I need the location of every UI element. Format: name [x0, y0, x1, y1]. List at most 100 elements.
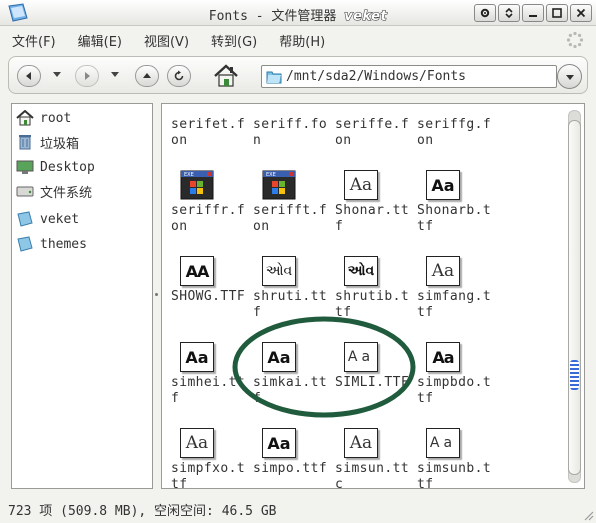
- scrollbar-thumb[interactable]: [568, 120, 581, 475]
- window-maximize-button[interactable]: [546, 4, 568, 22]
- home-icon: [16, 110, 34, 126]
- sidebar-item-trash[interactable]: 垃圾箱: [16, 132, 79, 152]
- file-item[interactable]: AA SHOWG.TTF: [162, 241, 245, 325]
- file-item[interactable]: Aa simhei.ttf: [162, 327, 245, 411]
- forward-history-dropdown[interactable]: [111, 72, 119, 77]
- window-title-brand: veket: [344, 9, 388, 25]
- file-item[interactable]: EXE serifft.fon: [244, 155, 327, 239]
- file-item[interactable]: seriffg.fon: [408, 104, 491, 153]
- resize-grip-icon[interactable]: [582, 509, 594, 521]
- file-name-label: seriffr.fon: [171, 203, 246, 234]
- back-history-dropdown[interactable]: [53, 72, 61, 77]
- file-name-label: simsunb.ttf: [417, 461, 492, 489]
- window-settings-button[interactable]: [474, 4, 496, 22]
- sidebar-item-label: themes: [40, 236, 87, 252]
- exe-icon: EXE: [262, 170, 296, 200]
- file-item[interactable]: Aa Shonarb.ttf: [408, 155, 491, 239]
- file-name-label: SIMLI.TTF: [335, 375, 410, 390]
- menu-go[interactable]: 转到(G): [211, 31, 257, 50]
- file-item[interactable]: EXE seriffr.fon: [162, 155, 245, 239]
- status-text: 723 项 (509.8 MB), 空闲空间: 46.5 GB: [8, 504, 277, 519]
- window-minimize-button[interactable]: [522, 4, 544, 22]
- file-item[interactable]: seriff.fon: [244, 104, 327, 153]
- font-file-icon: Aa: [344, 170, 378, 200]
- activity-spinner-icon: [566, 31, 584, 49]
- window-shade-button[interactable]: [498, 4, 520, 22]
- sidebar-item-label: veket: [40, 211, 80, 227]
- file-name-label: serifft.fon: [253, 203, 328, 234]
- vertical-scrollbar[interactable]: [568, 110, 581, 483]
- file-icon-view: serifet.fon seriff.fon seriffe.fon seriffg.…: [161, 103, 585, 489]
- chevron-down-icon: [565, 74, 574, 80]
- font-file-icon: Aa: [344, 428, 378, 458]
- file-item[interactable]: Aa simfang.ttf: [408, 241, 491, 325]
- sidebar-item-filesystem[interactable]: 文件系统: [16, 181, 92, 201]
- close-icon: [576, 8, 586, 18]
- svg-text:EXE: EXE: [184, 172, 194, 178]
- font-file-icon: Aa: [426, 170, 460, 200]
- drive-icon: [17, 236, 33, 252]
- file-name-label: simpbdo.ttf: [417, 375, 492, 406]
- file-item[interactable]: ઓવ shruti.ttf: [244, 241, 327, 325]
- folder-icon: [266, 71, 282, 84]
- file-name-label: SHOWG.TTF: [171, 289, 246, 304]
- file-item[interactable]: Aa simsun.ttc: [326, 413, 409, 488]
- sidebar-item-label: root: [40, 110, 72, 126]
- file-name-label: simsun.ttc: [335, 461, 410, 489]
- sidebar-item-label: 垃圾箱: [40, 136, 80, 152]
- font-file-icon: AA: [180, 256, 214, 286]
- sidebar-item-themes[interactable]: themes: [16, 234, 87, 254]
- font-file-icon: ઓવ: [344, 256, 378, 286]
- sidebar-item-label: 文件系统: [40, 185, 93, 201]
- file-item[interactable]: Aa simpbdo.ttf: [408, 327, 491, 411]
- file-item[interactable]: Aa simkai.ttf: [244, 327, 327, 411]
- menu-bar: 文件(F) 编辑(E) 视图(V) 转到(G) 帮助(H): [0, 26, 596, 54]
- sidebar-item-label: Desktop: [40, 159, 95, 175]
- maximize-icon: [552, 8, 562, 18]
- up-arrow-icon: [143, 73, 151, 78]
- file-item[interactable]: serifet.fon: [162, 104, 245, 153]
- window-close-button[interactable]: [570, 4, 592, 22]
- location-path[interactable]: /mnt/sda2/Windows/Fonts: [286, 69, 466, 84]
- back-button[interactable]: [17, 65, 41, 87]
- file-item[interactable]: Aa simpo.ttf: [244, 413, 327, 488]
- trash-icon: [19, 135, 31, 150]
- home-icon[interactable]: [211, 63, 241, 89]
- file-name-label: Shonar.ttf: [335, 203, 410, 234]
- file-item[interactable]: Aa Shonar.ttf: [326, 155, 409, 239]
- location-dropdown-button[interactable]: [557, 64, 582, 89]
- sidebar-item-veket[interactable]: veket: [16, 209, 79, 229]
- file-item[interactable]: ઓવ shrutib.ttf: [326, 241, 409, 325]
- menu-help[interactable]: 帮助(H): [279, 31, 325, 50]
- title-bar: Fonts - 文件管理器 veket: [0, 0, 596, 26]
- file-name-label: shruti.ttf: [253, 289, 328, 320]
- scrollbar-grip[interactable]: [570, 360, 579, 390]
- font-file-icon: Aa: [262, 428, 296, 458]
- file-item[interactable]: Aa SIMLI.TTF: [326, 327, 409, 411]
- forward-button[interactable]: [75, 65, 99, 87]
- file-name-label: Shonarb.ttf: [417, 203, 492, 234]
- sidebar-item-root[interactable]: root: [16, 108, 71, 128]
- reload-button[interactable]: [167, 65, 191, 87]
- menu-file[interactable]: 文件(F): [12, 31, 56, 50]
- window-title-text: Fonts - 文件管理器: [208, 9, 337, 24]
- file-name-label: simhei.ttf: [171, 375, 246, 406]
- filesystem-icon: [16, 186, 34, 197]
- navigation-toolbar: /mnt/sda2/Windows/Fonts: [8, 56, 588, 94]
- location-bar[interactable]: /mnt/sda2/Windows/Fonts: [261, 65, 557, 88]
- file-item[interactable]: seriffe.fon: [326, 104, 409, 153]
- up-button[interactable]: [135, 65, 159, 87]
- sidebar-item-desktop[interactable]: Desktop: [16, 157, 95, 177]
- file-item[interactable]: Aa simsunb.ttf: [408, 413, 491, 488]
- pane-splitter-handle[interactable]: [155, 293, 158, 296]
- file-item[interactable]: Aa simpfxo.ttf: [162, 413, 245, 488]
- reload-icon: [174, 70, 184, 81]
- file-name-label: seriffg.fon: [417, 117, 492, 148]
- minimize-icon: [529, 15, 537, 17]
- font-file-icon: Aa: [344, 342, 378, 372]
- drive-icon: [17, 211, 33, 227]
- menu-edit[interactable]: 编辑(E): [78, 31, 122, 50]
- font-file-icon: Aa: [426, 256, 460, 286]
- menu-view[interactable]: 视图(V): [144, 31, 189, 50]
- file-name-label: simfang.ttf: [417, 289, 492, 320]
